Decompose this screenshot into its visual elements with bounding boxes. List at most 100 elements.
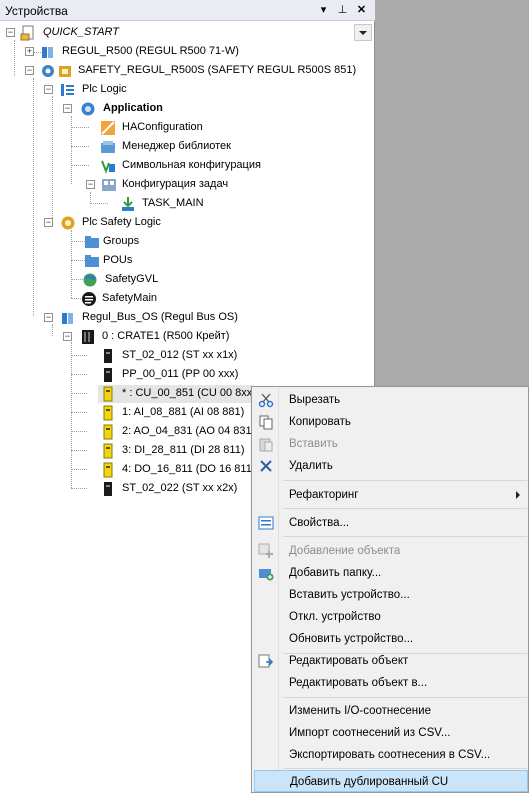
tree-node-pp-00-011[interactable]: PP_00_011 (PP 00 xxx) [0,366,360,384]
menu-item-insert-device[interactable]: Вставить устройство... [254,584,528,606]
menu-item-add-duplicated-cu[interactable]: Добавить дублированный CU [254,770,528,792]
menu-label: Откл. устройство [289,611,381,623]
tree-label: HAConfiguration [122,121,203,133]
menu-item-update-device[interactable]: Обновить устройство... [254,628,528,650]
tree-label: 3: DI_28_811 (DI 28 811) [122,444,245,456]
tree-node-safety-main[interactable]: SafetyMain [0,290,360,308]
menu-item-cut[interactable]: Вырезать [254,389,528,411]
menu-item-edit-object-with[interactable]: Редактировать объект в... [254,672,528,694]
panel-menu-button[interactable]: ▾ [316,2,331,18]
menu-item-export-mappings[interactable]: Экспортировать соотнесения в CSV... [254,744,528,766]
tree-label: SafetyGVL [105,273,159,285]
symbol-config-icon [101,160,115,174]
tree-node-crate[interactable]: − 0 : CRATE1 (R500 Крейт) [0,328,360,346]
collapse-toggle[interactable]: − [44,85,53,94]
tree-node-ao-04-831[interactable]: 2: AO_04_831 (AO 04 831 [0,423,253,441]
folder-icon [85,255,99,267]
menu-item-disable-device[interactable]: Откл. устройство [254,606,528,628]
tree-node-st-02-022[interactable]: ST_02_022 (ST xx x2x) [0,480,253,498]
menu-item-paste[interactable]: Вставить [254,433,528,455]
menu-item-copy[interactable]: Копировать [254,411,528,433]
tree-label: Application [103,102,163,114]
tree-node-regul-r500[interactable]: + REGUL_R500 (REGUL R500 71-W) [0,43,360,61]
properties-icon [258,516,274,530]
menu-item-refactoring[interactable]: Рефакторинг [254,484,528,506]
collapse-toggle[interactable]: − [44,218,53,227]
module-yellow-icon [103,405,113,421]
tree-node-task-main[interactable]: TASK_MAIN [0,195,360,213]
panel-titlebar: Устройства ▾ ⊥ ✕ [0,0,375,21]
pin-icon[interactable]: ⊥ [335,2,350,18]
add-object-icon [258,543,273,558]
tree-node-safety-gvl[interactable]: SafetyGVL [0,271,360,289]
tree-node-cu-00-851[interactable]: * : CU_00_851 (CU 00 8xx [98,385,253,403]
project-dropdown-button[interactable] [354,24,372,41]
tree-label: * : CU_00_851 (CU 00 8xx [122,387,253,399]
menu-label: Добавление объекта [289,545,401,557]
tree-node-symbol-config[interactable]: Символьная конфигурация [0,157,360,175]
tree-label: PP_00_011 (PP 00 xxx) [122,368,239,380]
tree-node-do-16-811[interactable]: 4: DO_16_811 (DO 16 811 [0,461,253,479]
tree-label: Plc Logic [82,83,127,95]
tree-node-task-config[interactable]: − Конфигурация задач [0,176,360,194]
menu-item-change-io-mapping[interactable]: Изменить I/O-соотнесение [254,700,528,722]
application-gear-icon [81,102,95,116]
safety-gear-icon [61,216,75,230]
delete-icon [260,460,272,472]
menu-item-delete[interactable]: Удалить [254,455,528,477]
tree-node-ai-08-881[interactable]: 1: AI_08_881 (AI 08 881) [0,404,253,422]
tree-node-project[interactable]: − QUICK_START [0,24,360,42]
paste-icon [259,438,273,452]
collapse-toggle[interactable]: − [44,313,53,322]
tree-label: TASK_MAIN [142,197,204,209]
tree-node-plc-logic[interactable]: − Plc Logic [0,81,360,99]
module-yellow-icon [103,462,113,478]
collapse-toggle[interactable]: − [6,28,15,37]
menu-label: Добавить дублированный CU [290,776,449,788]
close-icon[interactable]: ✕ [354,2,369,18]
task-icon [122,197,134,211]
tree-label: 1: AI_08_881 (AI 08 881) [122,406,245,418]
collapse-toggle[interactable]: − [25,66,34,75]
tree-node-library-manager[interactable]: Менеджер библиотек [0,138,360,156]
tree-node-st-02-012[interactable]: ST_02_012 (ST xx x1x) [0,347,360,365]
tree-node-application[interactable]: − Application [0,100,360,118]
tree-node-di-28-811[interactable]: 3: DI_28_811 (DI 28 811) [0,442,253,460]
tree-node-ha-configuration[interactable]: HAConfiguration [0,119,360,137]
chevron-down-icon [359,31,367,35]
tree-label: Менеджер библиотек [122,140,231,152]
tree-node-plc-safety-logic[interactable]: − Plc Safety Logic [0,214,360,232]
menu-label: Вставить [289,438,338,450]
tree-label: Конфигурация задач [122,178,229,190]
plc-device-icon [42,47,53,58]
collapse-toggle[interactable]: − [63,332,72,341]
collapse-toggle[interactable]: − [86,180,95,189]
edit-object-icon [258,654,274,668]
tree-node-pous[interactable]: POUs [0,252,360,270]
tree-node-regul-bus-os[interactable]: − Regul_Bus_OS (Regul Bus OS) [0,309,360,327]
menu-label: Вставить устройство... [289,589,410,601]
menu-item-import-mappings[interactable]: Импорт соотнесений из CSV... [254,722,528,744]
safety-program-icon [82,292,96,306]
library-icon [101,141,115,153]
tree-node-safety-regul[interactable]: − SAFETY_REGUL_R500S (SAFETY REGUL R500S… [0,62,360,80]
menu-label: Удалить [289,460,333,472]
tree-label: Символьная конфигурация [122,159,261,171]
tree-label: POUs [103,254,133,266]
tree-label: SafetyMain [102,292,158,304]
panel-title: Устройства [5,4,68,18]
tree-label: REGUL_R500 (REGUL R500 71-W) [62,45,239,57]
collapse-toggle[interactable]: − [63,104,72,113]
module-yellow-icon [103,424,113,440]
menu-item-properties[interactable]: Свойства... [254,512,528,534]
module-dark-icon [104,482,112,496]
menu-item-add-object[interactable]: Добавление объекта [254,540,528,562]
menu-item-add-folder[interactable]: Добавить папку... [254,562,528,584]
gear-icon [42,65,54,77]
module-yellow-icon [103,443,113,459]
menu-label: Редактировать объект в... [289,677,428,689]
plc-logic-icon [61,84,74,96]
tree-node-groups[interactable]: Groups [0,233,360,251]
expand-toggle[interactable]: + [25,47,34,56]
menu-item-edit-object[interactable]: Редактировать объект [254,650,528,672]
